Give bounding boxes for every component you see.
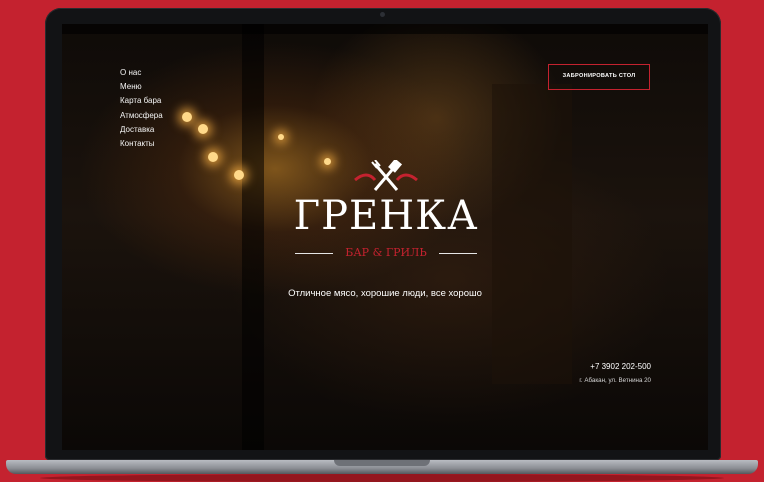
- nav-item-delivery[interactable]: Доставка: [120, 123, 163, 137]
- light-bulb: [324, 158, 331, 165]
- light-bulb: [208, 152, 218, 162]
- light-bulb: [182, 112, 192, 122]
- nav-item-atmosphere[interactable]: Атмосфера: [120, 109, 163, 123]
- background-ceiling: [62, 24, 708, 34]
- logo-divider: [295, 253, 333, 254]
- logo-title: ГРЕНКА: [293, 193, 479, 239]
- website-screen: О нас Меню Карта бара Атмосфера Доставка…: [62, 24, 708, 450]
- background-pillar: [242, 24, 264, 450]
- logo-subtitle-row: БАР & ГРИЛЬ: [291, 246, 481, 260]
- laptop-mockup: О нас Меню Карта бара Атмосфера Доставка…: [0, 0, 764, 482]
- background-pillar: [492, 84, 572, 384]
- phone-number[interactable]: +7 3902 202-500: [590, 362, 651, 371]
- reserve-table-button[interactable]: ЗАБРОНИРОВАТЬ СТОЛ: [548, 64, 650, 90]
- address: г. Абакан, ул. Ветнина 20: [579, 377, 651, 384]
- logo-subtitle: БАР & ГРИЛЬ: [345, 246, 427, 259]
- hero-tagline: Отличное мясо, хорошие люди, все хорошо: [288, 288, 482, 299]
- nav-item-contacts[interactable]: Контакты: [120, 137, 163, 151]
- nav-item-about[interactable]: О нас: [120, 66, 163, 80]
- camera-dot: [380, 12, 385, 17]
- nav-item-menu[interactable]: Меню: [120, 80, 163, 94]
- main-nav: О нас Меню Карта бара Атмосфера Доставка…: [120, 66, 163, 151]
- light-bulb: [198, 124, 208, 134]
- nav-item-bar-map[interactable]: Карта бара: [120, 94, 163, 108]
- light-bulb: [278, 134, 284, 140]
- light-bulb: [234, 170, 244, 180]
- crossed-utensils-icon: [354, 160, 418, 191]
- logo-divider: [439, 253, 477, 254]
- laptop-notch: [334, 460, 430, 466]
- laptop-shadow: [40, 474, 724, 482]
